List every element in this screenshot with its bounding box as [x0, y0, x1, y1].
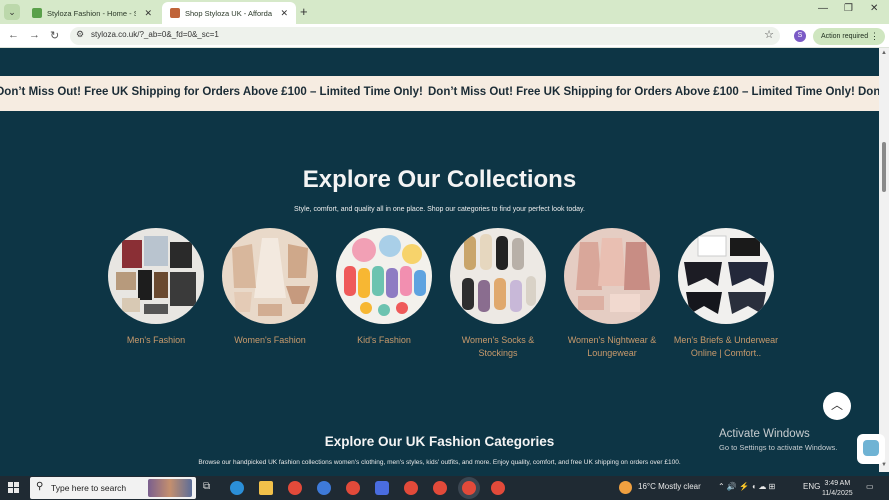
taskbar-search-placeholder[interactable]: Type here to search — [51, 483, 126, 493]
collection-label[interactable]: Women's Fashion — [215, 334, 325, 347]
announcement-text: Don’t Miss Out! Free UK Shipping for Ord… — [0, 86, 423, 98]
tab-search-button[interactable]: ⌄ — [4, 4, 20, 20]
activate-windows-subtitle: Go to Settings to activate Windows. — [719, 443, 838, 452]
chrome-icon[interactable] — [346, 481, 360, 495]
clock-date: 11/4/2025 — [822, 490, 853, 497]
chrome-profile-icon[interactable] — [317, 481, 331, 495]
collection-card-womens-socks[interactable]: Women's Socks & Stockings — [450, 228, 546, 359]
weather-text[interactable]: 16°C Mostly clear — [638, 482, 701, 491]
underwear-illustration — [684, 235, 768, 314]
profile-avatar[interactable]: S — [794, 30, 806, 42]
chrome-icon[interactable] — [288, 481, 302, 495]
close-tab-icon[interactable]: ✕ — [144, 8, 152, 19]
announcement-text: Don’t Miss Out! Free UK Shipping for Ord… — [858, 86, 879, 98]
maximize-button[interactable]: ❐ — [844, 3, 853, 14]
page-scrollbar[interactable] — [879, 48, 889, 472]
styloza-favicon-icon — [170, 8, 180, 18]
collections-subtitle: Style, comfort, and quality all in one p… — [294, 206, 585, 213]
activate-windows-watermark: Activate Windows Go to Settings to activ… — [719, 428, 837, 452]
browser-tab-bar: ⌄ Styloza Fashion - Home - Shopify ✕ Sho… — [0, 0, 889, 24]
collection-label[interactable]: Women's Nightwear & Loungewear — [557, 334, 667, 359]
windows-start-icon[interactable] — [8, 482, 20, 494]
uk-categories-subtitle: Browse our handpicked UK fashion collect… — [198, 459, 681, 466]
collection-card-kids-fashion[interactable]: Kid's Fashion — [336, 228, 432, 347]
reload-icon[interactable]: ↻ — [50, 29, 59, 42]
tab-styloza-home[interactable]: Styloza Fashion - Home - Shopify ✕ — [24, 2, 160, 24]
address-toolbar: ← → ↻ ⚙ styloza.co.uk/?_ab=0&_fd=0&_sc=1… — [0, 24, 889, 48]
back-to-top-button[interactable]: ︿ — [823, 392, 851, 420]
mens-fashion-image[interactable] — [108, 228, 204, 324]
bookmark-star-icon[interactable]: ☆ — [764, 28, 774, 41]
url-bar[interactable]: ⚙ styloza.co.uk/?_ab=0&_fd=0&_sc=1 ☆ — [70, 27, 780, 45]
tab-shop-styloza[interactable]: Shop Styloza UK - Affordable Fashion ✕ — [162, 2, 296, 24]
taskbar-search-box[interactable]: ⚲ Type here to search — [30, 477, 196, 499]
scroll-up-arrow-icon[interactable]: ▲ — [881, 50, 887, 56]
site-info-icon[interactable]: ⚙ — [76, 29, 84, 40]
app-icon[interactable] — [375, 481, 389, 495]
collection-label[interactable]: Women's Socks & Stockings — [443, 334, 553, 359]
close-tab-icon[interactable]: ✕ — [280, 8, 288, 19]
url-text[interactable]: styloza.co.uk/?_ab=0&_fd=0&_sc=1 — [91, 30, 219, 39]
search-highlight-image[interactable] — [148, 479, 192, 497]
announcement-bar: Don’t Miss Out! Free UK Shipping for Ord… — [0, 76, 879, 111]
close-window-button[interactable]: ✕ — [870, 3, 878, 14]
chrome-icon[interactable] — [491, 481, 505, 495]
socks-illustration — [462, 234, 536, 312]
womens-clothing-illustration — [232, 238, 310, 316]
edge-browser-icon[interactable] — [230, 481, 244, 495]
chat-widget-button[interactable] — [857, 434, 885, 464]
mens-briefs-image[interactable] — [678, 228, 774, 324]
action-required-button[interactable]: Action required ⋮ — [813, 28, 885, 45]
windows-taskbar: ⚲ Type here to search ⧉ 16°C Mostly clea… — [0, 476, 889, 500]
new-tab-button[interactable]: + — [300, 4, 308, 19]
back-icon[interactable]: ← — [8, 29, 19, 41]
file-explorer-icon[interactable] — [259, 481, 273, 495]
clock-time: 3:49 AM — [824, 480, 851, 487]
page-content: Don’t Miss Out! Free UK Shipping for Ord… — [0, 48, 879, 472]
womens-socks-image[interactable] — [450, 228, 546, 324]
collection-card-womens-nightwear[interactable]: Women's Nightwear & Loungewear — [564, 228, 660, 359]
tab-title: Styloza Fashion - Home - Shopify — [47, 8, 137, 18]
collection-card-mens-briefs[interactable]: Men's Briefs & Underwear Online | Comfor… — [674, 228, 778, 359]
kids-fashion-image[interactable] — [336, 228, 432, 324]
shopify-icon — [32, 8, 42, 18]
more-menu-icon[interactable]: ⋮ — [870, 28, 879, 45]
action-required-label: Action required — [821, 33, 869, 40]
collection-label[interactable]: Kid's Fashion — [329, 334, 439, 347]
tab-title: Shop Styloza UK - Affordable Fashion — [185, 8, 272, 18]
notifications-icon[interactable]: ▭ — [866, 482, 874, 491]
search-icon: ⚲ — [36, 481, 44, 492]
womens-fashion-image[interactable] — [222, 228, 318, 324]
collection-label[interactable]: Men's Briefs & Underwear Online | Comfor… — [671, 334, 781, 359]
language-indicator[interactable]: ENG — [803, 482, 820, 491]
system-tray-icons[interactable]: ⌃ 🔊 ⚡ ◖ ☁ ⊞ — [718, 482, 775, 491]
kids-socks-illustration — [344, 235, 426, 316]
weather-icon[interactable] — [619, 481, 632, 494]
announcement-text: Don’t Miss Out! Free UK Shipping for Ord… — [428, 86, 855, 98]
collections-title: Explore Our Collections — [302, 166, 577, 193]
chrome-icon[interactable] — [404, 481, 418, 495]
scrollbar-thumb[interactable] — [882, 142, 886, 192]
task-view-icon[interactable]: ⧉ — [203, 481, 217, 495]
chrome-icon[interactable] — [433, 481, 447, 495]
taskbar-clock[interactable]: 3:49 AM 11/4/2025 — [822, 479, 853, 499]
forward-icon[interactable]: → — [29, 29, 40, 41]
womens-nightwear-image[interactable] — [564, 228, 660, 324]
collection-label[interactable]: Men's Fashion — [101, 334, 211, 347]
collection-card-womens-fashion[interactable]: Women's Fashion — [222, 228, 318, 347]
chat-widget-icon — [863, 440, 879, 456]
minimize-button[interactable]: — — [818, 3, 828, 14]
activate-windows-title: Activate Windows — [719, 428, 810, 440]
collection-card-mens-fashion[interactable]: Men's Fashion — [108, 228, 204, 347]
mens-clothing-illustration — [116, 236, 196, 314]
nightwear-illustration — [576, 238, 650, 312]
chrome-active-icon[interactable] — [462, 481, 476, 495]
chevron-up-icon: ︿ — [831, 398, 844, 412]
